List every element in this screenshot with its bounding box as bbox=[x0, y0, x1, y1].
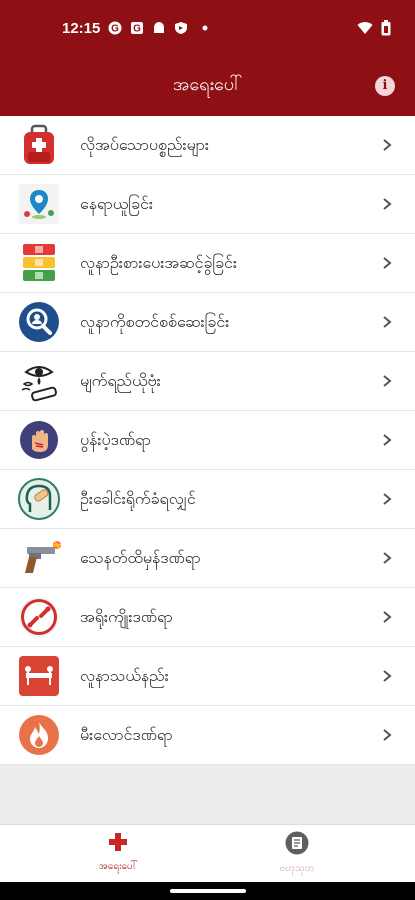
status-right bbox=[357, 20, 391, 36]
list-item-label: မျက်ရည်ယိုဗုံး bbox=[80, 371, 161, 390]
book-icon bbox=[285, 831, 309, 855]
chevron-right-icon bbox=[383, 729, 392, 741]
chevron-right-icon bbox=[383, 434, 392, 446]
list-item-label: ဦးခေါင်းရိုက်ခံရလျှင် bbox=[80, 489, 196, 508]
list-item[interactable]: မျက်ရည်ယိုဗုံး bbox=[0, 352, 415, 411]
nav-tab-label: ဗဟုသုတ bbox=[279, 863, 315, 874]
list-item[interactable]: လူနာဦးစားပေးအဆင့်ခွဲခြင်း bbox=[0, 234, 415, 293]
chevron-right-icon bbox=[383, 198, 392, 210]
list-item-label: လူနာဦးစားပေးအဆင့်ခွဲခြင်း bbox=[80, 253, 237, 272]
list-item[interactable]: ပွန်းပဲ့ဒဏ်ရာ bbox=[0, 411, 415, 470]
home-indicator[interactable] bbox=[170, 889, 246, 893]
status-time: 12:15 bbox=[62, 20, 101, 37]
list-item[interactable]: နေရာယူခြင်း bbox=[0, 175, 415, 234]
nav-tab-emergency[interactable]: အရေးပေါ် bbox=[58, 831, 178, 874]
gesture-nav-bar bbox=[0, 882, 415, 900]
chevron-right-icon bbox=[383, 257, 392, 269]
gun-icon bbox=[17, 536, 61, 580]
list-item[interactable]: မီးလောင်ဒဏ်ရာ bbox=[0, 706, 415, 765]
app-bar: အရေးပေါ် i bbox=[0, 56, 415, 116]
android-icon bbox=[154, 22, 164, 33]
list-item-label: လူနာသယ်နည်း bbox=[80, 666, 169, 685]
battery-icon bbox=[381, 20, 391, 36]
list-item[interactable]: လူနာကိုစတင်စစ်ဆေးခြင်း bbox=[0, 293, 415, 352]
tear-gas-icon bbox=[17, 359, 61, 403]
medical-cross-icon bbox=[109, 833, 127, 851]
stretcher-icon bbox=[17, 654, 61, 698]
svg-text:G: G bbox=[111, 24, 119, 35]
dot-icon bbox=[202, 25, 208, 31]
svg-text:G: G bbox=[133, 24, 141, 35]
chevron-right-icon bbox=[383, 552, 392, 564]
app-screen: { "status": { "time": "12:15", "icons": … bbox=[0, 0, 415, 900]
list-item[interactable]: ဦးခေါင်းရိုက်ခံရလျှင် bbox=[0, 470, 415, 529]
list-item[interactable]: သေနတ်ထိမှန်ဒဏ်ရာ bbox=[0, 529, 415, 588]
topic-list: လိုအပ်သောပစ္စည်းများ နေရာယူခြင်း လူနာဦးစ… bbox=[0, 116, 415, 765]
fire-icon bbox=[17, 713, 61, 757]
broken-bone-icon bbox=[17, 595, 61, 639]
list-item-label: ပွန်းပဲ့ဒဏ်ရာ bbox=[80, 430, 151, 449]
head-injury-icon bbox=[17, 477, 61, 521]
status-bar: 12:15 G G bbox=[0, 0, 415, 56]
triage-levels-icon bbox=[17, 241, 61, 285]
page-title: အရေးပေါ် bbox=[172, 74, 243, 95]
chevron-right-icon bbox=[383, 611, 392, 623]
list-item[interactable]: အရိုးကျိုးဒဏ်ရာ bbox=[0, 588, 415, 647]
list-item-label: လိုအပ်သောပစ္စည်းများ bbox=[80, 135, 209, 154]
search-person-icon bbox=[17, 300, 61, 344]
shield-icon bbox=[175, 22, 187, 34]
abrasion-hand-icon bbox=[17, 418, 61, 462]
wifi-icon bbox=[357, 22, 373, 34]
first-aid-bag-icon bbox=[17, 123, 61, 167]
list-item[interactable]: လိုအပ်သောပစ္စည်းများ bbox=[0, 116, 415, 175]
list-item-label: သေနတ်ထိမှန်ဒဏ်ရာ bbox=[80, 548, 201, 567]
list-item-label: လူနာကိုစတင်စစ်ဆေးခြင်း bbox=[80, 312, 230, 331]
chevron-right-icon bbox=[383, 493, 392, 505]
chevron-right-icon bbox=[383, 670, 392, 682]
nav-tab-label: အရေးပေါ် bbox=[98, 861, 138, 872]
map-pin-icon bbox=[17, 182, 61, 226]
google-icon: G bbox=[108, 21, 122, 35]
list-item-label: မီးလောင်ဒဏ်ရာ bbox=[80, 725, 173, 744]
chevron-right-icon bbox=[383, 375, 392, 387]
list-item-label: နေရာယူခြင်း bbox=[80, 194, 153, 213]
info-icon[interactable]: i bbox=[375, 76, 395, 96]
mail-icon: G bbox=[131, 22, 143, 35]
nav-tab-knowledge[interactable]: ဗဟုသုတ bbox=[237, 831, 357, 876]
chevron-right-icon bbox=[383, 316, 392, 328]
bottom-nav: အရေးပေါ် ဗဟုသုတ bbox=[0, 824, 415, 882]
list-item-label: အရိုးကျိုးဒဏ်ရာ bbox=[80, 607, 173, 626]
list-item[interactable]: လူနာသယ်နည်း bbox=[0, 647, 415, 706]
chevron-right-icon bbox=[383, 139, 392, 151]
